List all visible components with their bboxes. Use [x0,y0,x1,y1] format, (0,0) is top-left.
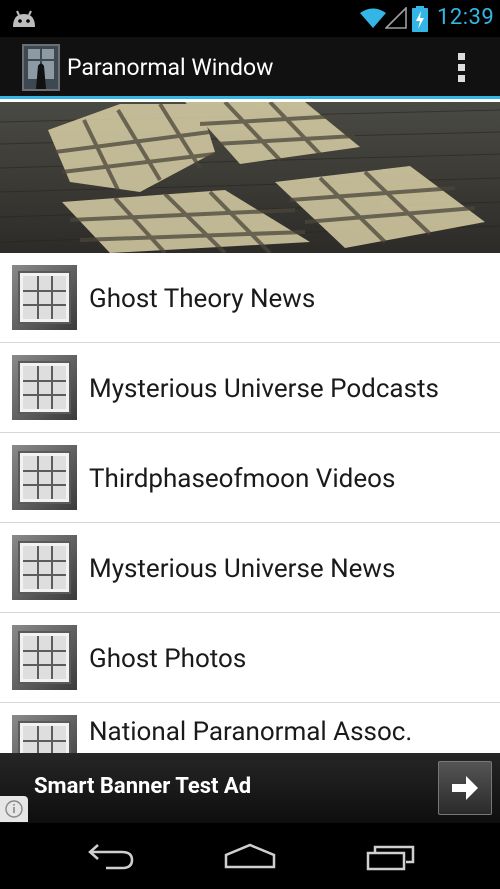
window-grid-icon [12,715,77,753]
back-icon[interactable] [86,841,136,871]
arrow-right-icon [452,776,478,800]
app-icon[interactable] [22,44,60,91]
feed-list-item[interactable]: Mysterious Universe Podcasts [0,343,500,433]
header-banner-image [0,102,500,253]
app-title: Paranormal Window [67,54,274,81]
status-clock: 12:39 [437,5,495,30]
feed-label: Mysterious Universe Podcasts [89,374,439,404]
feed-label: Thirdphaseofmoon Videos [89,464,396,494]
app-icon-graphic [24,46,58,89]
window-grid-icon [12,625,77,690]
window-grid-icon [12,355,77,420]
ad-arrow-button[interactable] [438,761,492,815]
feed-list-item[interactable]: Mysterious Universe News [0,523,500,613]
feed-list-item[interactable]: National Paranormal Assoc. [0,703,500,753]
action-bar: Paranormal Window [0,37,500,99]
feed-label: Ghost Theory News [89,284,316,314]
feed-list-item[interactable]: Ghost Photos [0,613,500,703]
window-grid-icon [12,265,77,330]
battery-charging-icon [412,6,428,32]
status-bar: 12:39 [0,0,500,37]
feed-list-item[interactable]: Thirdphaseofmoon Videos [0,433,500,523]
feed-label: Mysterious Universe News [89,554,396,584]
ad-banner[interactable]: Smart Banner Test Ad [0,753,500,823]
navigation-bar [0,823,500,889]
feed-label: Ghost Photos [89,644,247,674]
ad-text: Smart Banner Test Ad [34,774,252,799]
feed-list-item[interactable]: Ghost Theory News [0,253,500,343]
overflow-menu-icon[interactable] [447,51,475,85]
window-grid-icon [12,535,77,600]
feed-label: National Paranormal Assoc. [89,717,413,747]
feed-list: Ghost Theory News Mysterious Universe Po… [0,253,500,753]
info-icon[interactable] [0,796,28,822]
window-grid-icon [12,445,77,510]
home-icon[interactable] [224,843,276,869]
android-notification-icon [13,10,35,27]
recent-apps-icon[interactable] [366,843,416,871]
signal-icon [385,7,407,29]
wifi-icon [360,8,386,28]
